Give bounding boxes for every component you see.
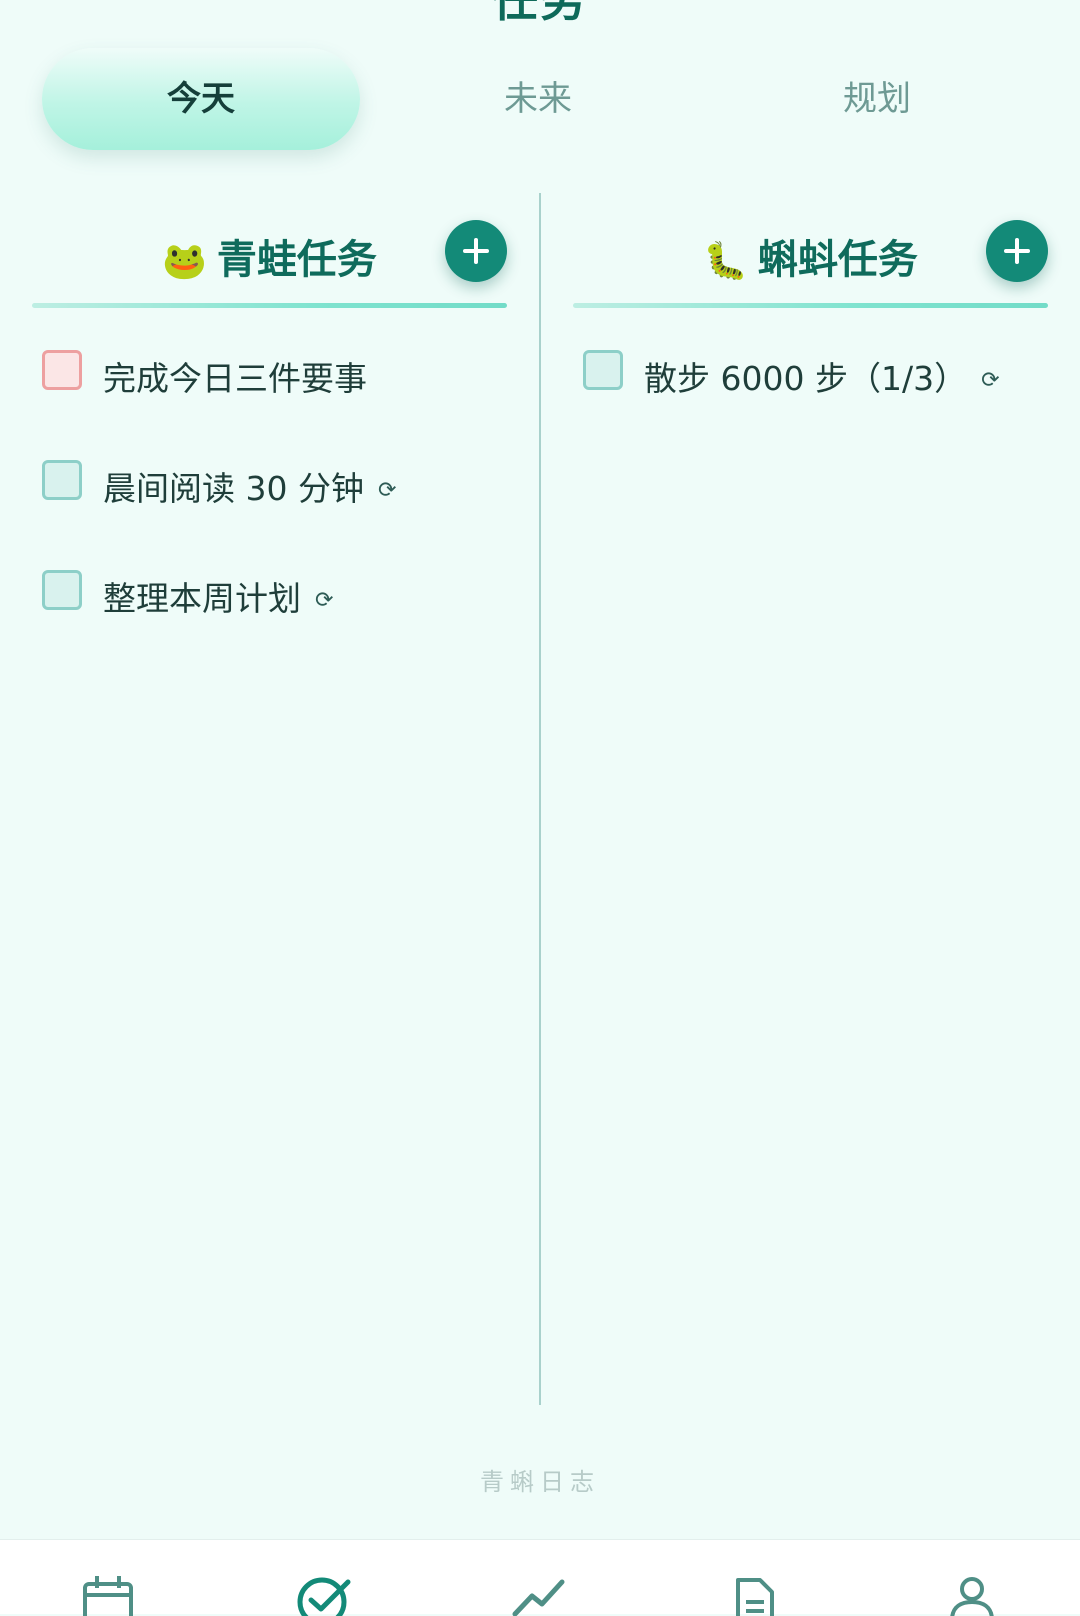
task-checkbox[interactable] xyxy=(42,460,82,500)
tab-planning[interactable]: 规划 xyxy=(718,48,1036,150)
repeat-icon: ⟳ xyxy=(315,588,334,613)
tadpole-column-header: 🐛 蝌蚪任务 xyxy=(573,215,1048,308)
nav-journal[interactable] xyxy=(734,1576,794,1616)
task-item[interactable]: 晨间阅读 30 分钟 ⟳ xyxy=(32,460,507,570)
tab-today[interactable]: 今天 xyxy=(42,48,360,150)
tadpole-column-label: 蝌蚪任务 xyxy=(757,237,918,283)
task-item[interactable]: 完成今日三件要事 xyxy=(32,350,507,460)
page-title: 任务 xyxy=(492,0,588,27)
task-label: 完成今日三件要事 xyxy=(103,359,367,398)
tab-future[interactable]: 未来 xyxy=(379,48,697,150)
document-icon xyxy=(736,1578,774,1616)
frog-column-label: 青蛙任务 xyxy=(216,237,377,283)
tadpole-task-list: 散步 6000 步（1/3） ⟳ xyxy=(573,350,1048,460)
footer-brand: 青蝌日志 xyxy=(480,1468,600,1496)
check-circle-icon xyxy=(297,1577,351,1616)
frog-column-header: 🐸 青蛙任务 xyxy=(32,215,507,308)
column-divider xyxy=(539,193,541,1405)
nav-profile[interactable] xyxy=(948,1576,1008,1616)
user-icon xyxy=(950,1577,994,1616)
trend-chart-icon xyxy=(512,1579,565,1616)
task-item[interactable]: 散步 6000 步（1/3） ⟳ xyxy=(573,350,1048,460)
task-label: 晨间阅读 30 分钟 xyxy=(103,469,364,508)
nav-calendar[interactable] xyxy=(82,1576,142,1616)
bottom-nav xyxy=(0,1539,1080,1616)
add-tadpole-task-button[interactable] xyxy=(986,220,1048,282)
task-label: 散步 6000 步（1/3） xyxy=(644,359,968,398)
tadpole-task-column: 🐛 蝌蚪任务 散步 6000 步（1/3） ⟳ xyxy=(573,215,1048,460)
task-label: 整理本周计划 xyxy=(103,579,301,618)
task-checkbox[interactable] xyxy=(583,350,623,390)
frog-icon: 🐸 xyxy=(162,241,207,282)
frog-task-column: 🐸 青蛙任务 完成今日三件要事 晨间阅读 30 分钟 ⟳ 整理本周计划 ⟳ xyxy=(32,215,507,680)
frog-column-underline xyxy=(32,303,507,308)
frog-column-title: 🐸 青蛙任务 xyxy=(32,227,507,285)
tab-bar: 今天 未来 规划 xyxy=(42,48,1056,150)
nav-stats[interactable] xyxy=(512,1576,572,1616)
nav-tasks[interactable] xyxy=(296,1576,356,1616)
add-frog-task-button[interactable] xyxy=(445,220,507,282)
tadpole-column-title: 🐛 蝌蚪任务 xyxy=(573,227,1048,285)
task-checkbox[interactable] xyxy=(42,570,82,610)
frog-task-list: 完成今日三件要事 晨间阅读 30 分钟 ⟳ 整理本周计划 ⟳ xyxy=(32,350,507,680)
task-item[interactable]: 整理本周计划 ⟳ xyxy=(32,570,507,680)
task-checkbox[interactable] xyxy=(42,350,82,390)
calendar-icon xyxy=(83,1576,133,1616)
repeat-icon: ⟳ xyxy=(981,368,1000,393)
tadpole-column-underline xyxy=(573,303,1048,308)
caterpillar-icon: 🐛 xyxy=(703,241,748,282)
repeat-icon: ⟳ xyxy=(377,478,397,503)
